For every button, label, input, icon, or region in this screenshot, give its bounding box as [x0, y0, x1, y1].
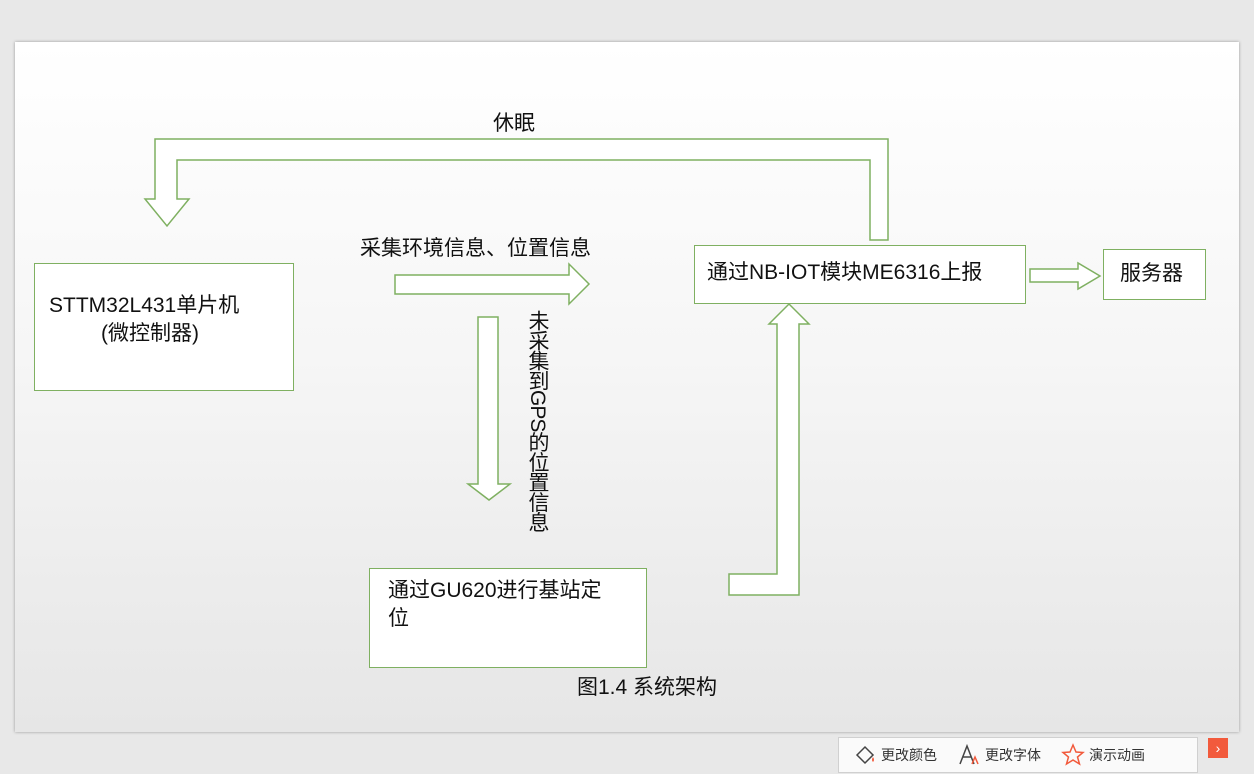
slide-canvas: 休眠 采集环境信息、位置信息 未采集到GPS的位置信息 STTM32L431单片…	[15, 42, 1239, 732]
star-icon	[1061, 743, 1085, 766]
figure-caption: 图1.4 系统架构	[577, 676, 718, 699]
change-font-label: 更改字体	[985, 747, 1041, 763]
gps-box-text: 通过GU620进行基站定位	[388, 579, 602, 630]
collect-label: 采集环境信息、位置信息	[360, 237, 591, 260]
mcu-title: STTM32L431单片机	[49, 294, 240, 317]
nb-iot-box: 通过NB-IOT模块ME6316上报	[694, 245, 1026, 304]
change-color-label: 更改颜色	[881, 747, 937, 763]
change-color-button[interactable]: 更改颜色	[839, 743, 947, 767]
change-font-button[interactable]: 更改字体	[947, 743, 1051, 767]
server-box: 服务器	[1103, 249, 1206, 300]
mcu-box: STTM32L431单片机 (微控制器)	[34, 263, 294, 391]
collect-arrow	[394, 262, 591, 306]
nb-iot-box-text: 通过NB-IOT模块ME6316上报	[707, 261, 983, 284]
sleep-label: 休眠	[493, 112, 535, 135]
paint-bucket-icon	[855, 745, 875, 765]
gps-to-nb-arrow	[728, 302, 811, 596]
mcu-subtitle: (微控制器)	[101, 322, 199, 345]
font-icon	[959, 743, 979, 765]
nb-to-server-arrow	[1029, 261, 1102, 291]
animation-button[interactable]: 演示动画	[1051, 743, 1155, 767]
animation-label: 演示动画	[1089, 747, 1145, 763]
next-button[interactable]: ›	[1208, 738, 1228, 758]
gps-box: 通过GU620进行基站定位	[369, 568, 647, 668]
slide-toolbar: 更改颜色 更改字体 演示动画	[838, 737, 1198, 773]
sleep-arrow	[143, 138, 889, 241]
server-box-text: 服务器	[1120, 262, 1183, 285]
no-gps-arrow	[465, 316, 513, 501]
no-gps-label: 未采集到GPS的位置信息	[526, 310, 549, 532]
